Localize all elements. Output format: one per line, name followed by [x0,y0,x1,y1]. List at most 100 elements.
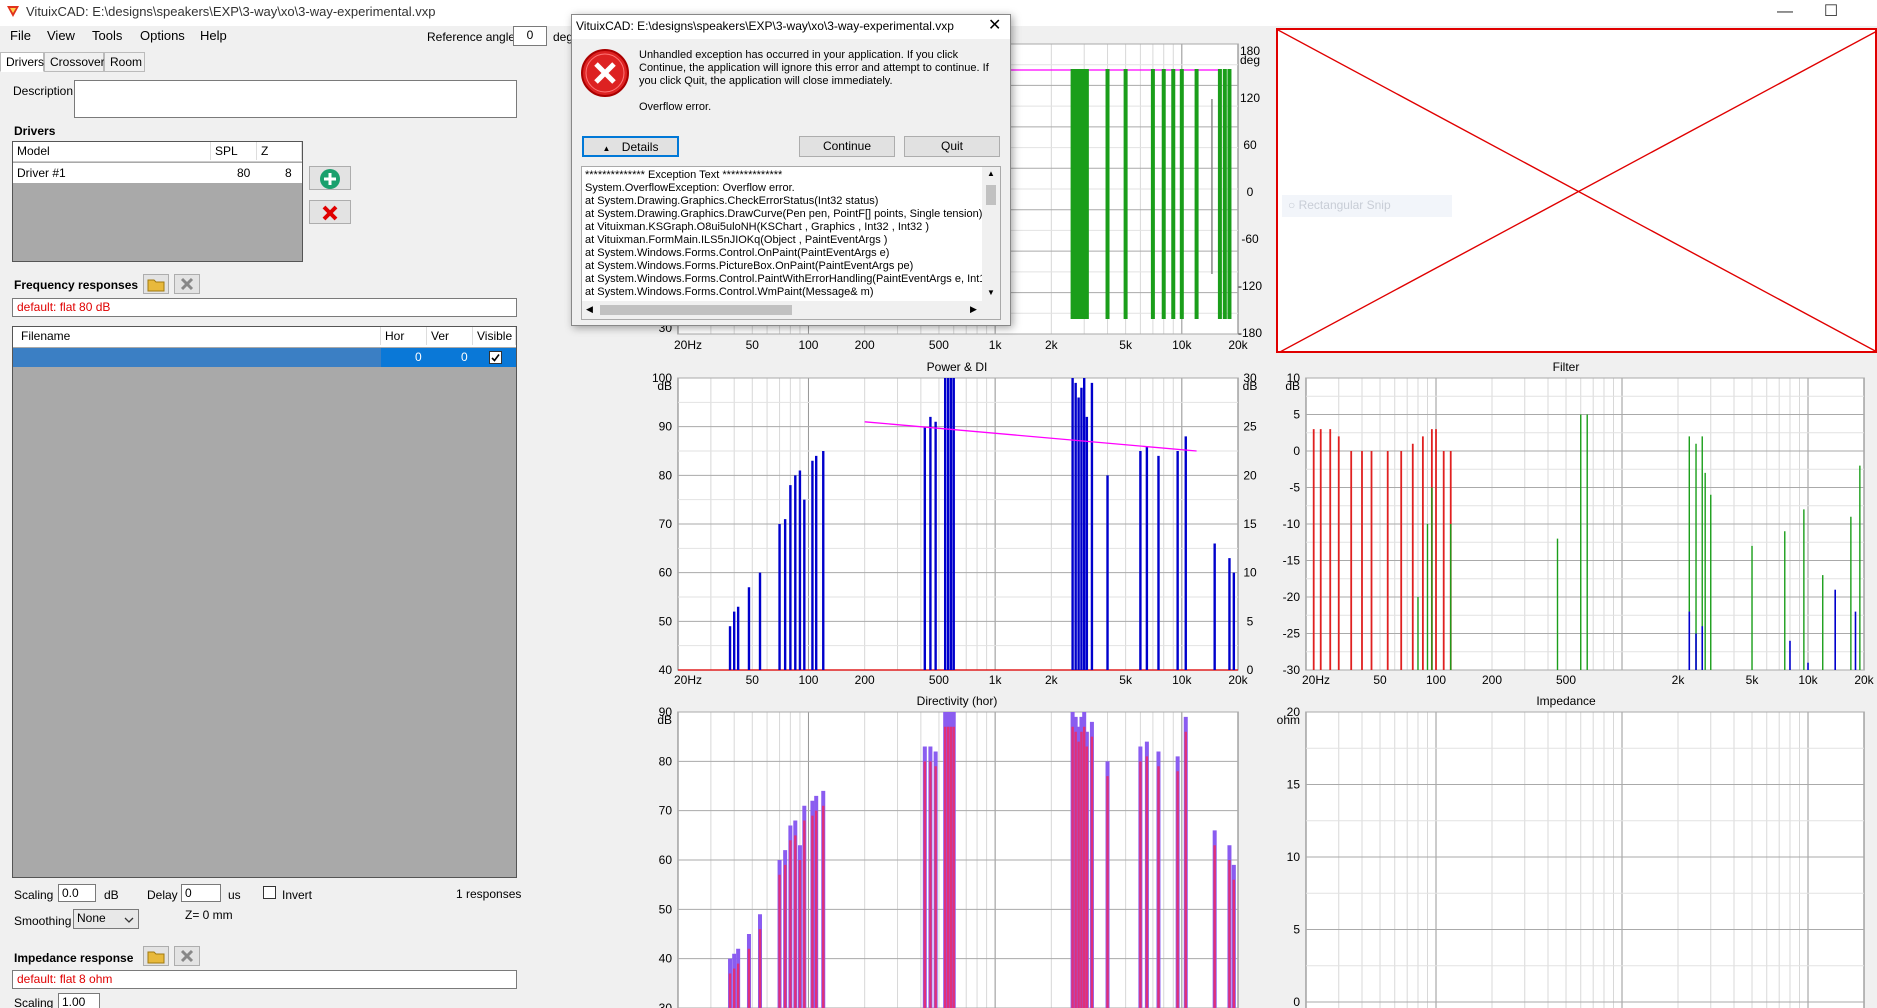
phase-freq-tick: 2k [1045,338,1059,352]
impedance-heading: Impedance response [14,951,134,965]
menu-view[interactable]: View [47,28,75,43]
phase-right-tick: 60 [1243,138,1257,152]
driver-model-cell[interactable]: Driver #1 [17,166,66,180]
continue-button[interactable]: Continue [799,136,895,157]
col-z[interactable]: Z [257,142,302,160]
phase-freq-tick: 500 [929,338,949,352]
phase-green-bar [1194,69,1199,319]
exception-line: at System.Windows.Forms.Control.OnPaint(… [585,247,890,259]
phase-green-bar [1105,69,1110,319]
scroll-right-icon[interactable]: ▶ [970,304,977,315]
quit-button[interactable]: Quit [904,136,1000,157]
description-input[interactable] [74,80,517,118]
filter-chart: Filter 10 5 0 -5 -10 -15 -20 -25 -30 dB 20Hz 50 100 2… [1276,358,1877,688]
visible-checkbox[interactable] [489,351,502,364]
checkmark-icon [491,354,500,362]
exception-line: at Vituixman.FormMain.ILS5nJIOKq(Object … [585,234,888,246]
col-hor[interactable]: Hor [381,327,427,345]
freq-header-row: Filename Hor Ver Visible [13,327,516,347]
col-spl[interactable]: SPL [211,142,257,160]
triangle-up-icon: ▲ [602,144,611,153]
power-right-unit: dB [1243,379,1258,393]
invert-checkbox[interactable] [263,886,276,899]
scroll-down-icon[interactable]: ▼ [987,288,995,297]
plus-circle-icon [320,169,340,189]
freq-default-field[interactable]: default: flat 80 dB [12,298,517,317]
filter-left-unit: dB [1285,379,1300,393]
exception-line: at System.Drawing.Graphics.DrawCurve(Pen… [585,208,983,220]
window-title: VituixCAD: E:\designs\speakers\EXP\3-way… [26,4,436,19]
power-right-tick: 15 [1243,517,1257,531]
directivity-left-unit: dB [657,713,672,727]
exception-line: at Vituixman.KSGraph.O8ui5uloNH(KSChart … [585,221,930,233]
add-driver-button[interactable] [309,166,351,190]
power-left-tick: 50 [659,614,673,628]
open-freq-button[interactable] [143,274,169,294]
freq-ver-cell[interactable]: 0 [461,350,468,364]
phase-freq-tick: 100 [798,338,818,352]
col-filename[interactable]: Filename [13,327,381,345]
exception-line: at System.Windows.Forms.Control.PaintWit… [585,273,992,285]
driver-row[interactable]: Driver #1 80 8 [13,163,302,183]
menu-options[interactable]: Options [140,28,185,43]
power-freq-tick: 100 [798,673,818,687]
gray-x-icon [180,949,194,963]
reference-angle-input[interactable]: 0 [513,26,547,46]
dialog-title: VituixCAD: E:\designs\speakers\EXP\3-way… [576,19,954,33]
scroll-left-icon[interactable]: ◀ [586,304,593,315]
power-freq-tick: 10k [1172,673,1192,687]
impedance-default-field[interactable]: default: flat 8 ohm [12,970,517,989]
impedance-scaling-input[interactable]: 1.00 [58,993,100,1008]
horizontal-scrollbar[interactable]: ◀ ▶ [582,301,1000,319]
filter-freq-tick: 500 [1556,673,1576,687]
maximize-button[interactable]: ☐ [1808,0,1854,26]
minimize-button[interactable]: — [1762,0,1808,26]
col-ver[interactable]: Ver [427,327,473,345]
dialog-message: Unhandled exception has occurred in your… [639,49,989,87]
phase-green-bar [1150,69,1155,319]
tab-room[interactable]: Room [104,52,145,72]
snip-label: Rectangular Snip [1298,198,1391,212]
reference-angle-label: Reference angle [427,30,516,44]
phase-green-bar [1171,69,1176,319]
details-button[interactable]: ▲ Details [582,136,679,157]
dialog-close-icon[interactable]: ✕ [988,17,1001,35]
scroll-up-icon[interactable]: ▲ [987,169,995,178]
snip-overlay: ○ Rectangular Snip [1282,195,1452,217]
delay-input[interactable]: 0 [181,884,221,902]
clear-freq-button[interactable] [174,274,200,294]
menu-tools[interactable]: Tools [92,28,122,43]
menu-help[interactable]: Help [200,28,227,43]
delay-label: Delay [147,888,178,902]
error-icon [580,48,630,98]
vertical-scrollbar[interactable]: ▲ ▼ [982,167,1000,301]
tab-crossover[interactable]: Crossover [44,52,105,72]
phase-right-tick: 0 [1247,185,1254,199]
phase-green-bar [1161,69,1166,319]
scaling-input[interactable]: 0.0 [58,884,96,902]
menu-file[interactable]: File [10,28,31,43]
filter-freq-tick: 5k [1746,673,1760,687]
power-left-tick: 90 [659,420,673,434]
exception-text-box[interactable]: ************** Exception Text **********… [581,166,1001,320]
app-icon [6,4,20,18]
remove-driver-button[interactable] [309,200,351,224]
freq-row[interactable]: 0 0 [13,348,516,367]
driver-z-cell[interactable]: 8 [285,166,292,180]
smoothing-select[interactable]: None [73,909,139,929]
impedance-scaling-label: Scaling [14,996,54,1008]
tab-drivers[interactable]: Drivers [0,52,44,72]
directivity-chart: Directivity (hor) 90 80 70 60 50 40 30 dB [648,692,1266,1008]
open-impedance-button[interactable] [143,946,169,966]
freq-hor-cell[interactable]: 0 [415,350,422,364]
smoothing-label: Smoothing [14,914,72,928]
driver-spl-cell[interactable]: 80 [237,166,250,180]
exception-line: at System.Windows.Forms.Control.WmPaint(… [585,286,874,298]
power-freq-tick: 20Hz [674,673,702,687]
directivity-left-tick: 80 [659,754,673,768]
power-freq-tick: 20k [1228,673,1248,687]
clear-impedance-button[interactable] [174,946,200,966]
col-visible[interactable]: Visible [473,327,516,345]
power-freq-tick: 1k [989,673,1003,687]
col-model[interactable]: Model [13,142,211,160]
